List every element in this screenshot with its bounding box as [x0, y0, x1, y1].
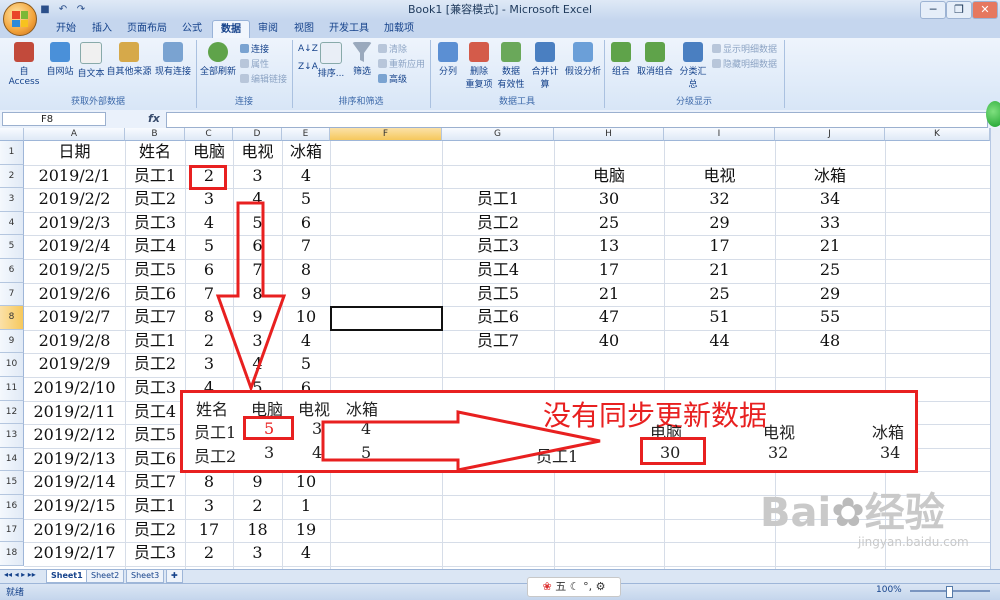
paw-icon: ✿	[831, 490, 865, 536]
dots-icon: °,	[583, 580, 593, 593]
gear-icon: ⚙	[595, 580, 606, 593]
watermark-logo: Bai✿经验	[760, 490, 945, 536]
status-bar	[0, 583, 1000, 600]
sheet-tab-sheet3[interactable]: Sheet3	[126, 570, 165, 583]
down-arrow	[215, 201, 287, 393]
sheet-tab-sheet2[interactable]: Sheet2	[86, 570, 125, 583]
ime-toolbar[interactable]: ❀ 五 ☾ °, ⚙	[527, 577, 621, 597]
paw-icon: ❀	[542, 580, 552, 593]
watermark-url: jingyan.baidu.com	[858, 535, 969, 549]
moon-icon: ☾	[569, 580, 580, 593]
insert-sheet-icon[interactable]: ✚	[166, 570, 183, 583]
status-text: 就绪	[6, 588, 25, 598]
office-button[interactable]	[3, 2, 37, 36]
sheet-tab-sheet1[interactable]: Sheet1	[46, 570, 88, 583]
zoom-level: 100%	[876, 585, 902, 595]
right-arrow	[321, 410, 601, 472]
sheet-nav-arrows[interactable]: ◂◂ ◂ ▸ ▸▸	[4, 570, 36, 579]
zoom-knob[interactable]	[946, 586, 953, 598]
ime-mode: 五	[555, 580, 567, 593]
